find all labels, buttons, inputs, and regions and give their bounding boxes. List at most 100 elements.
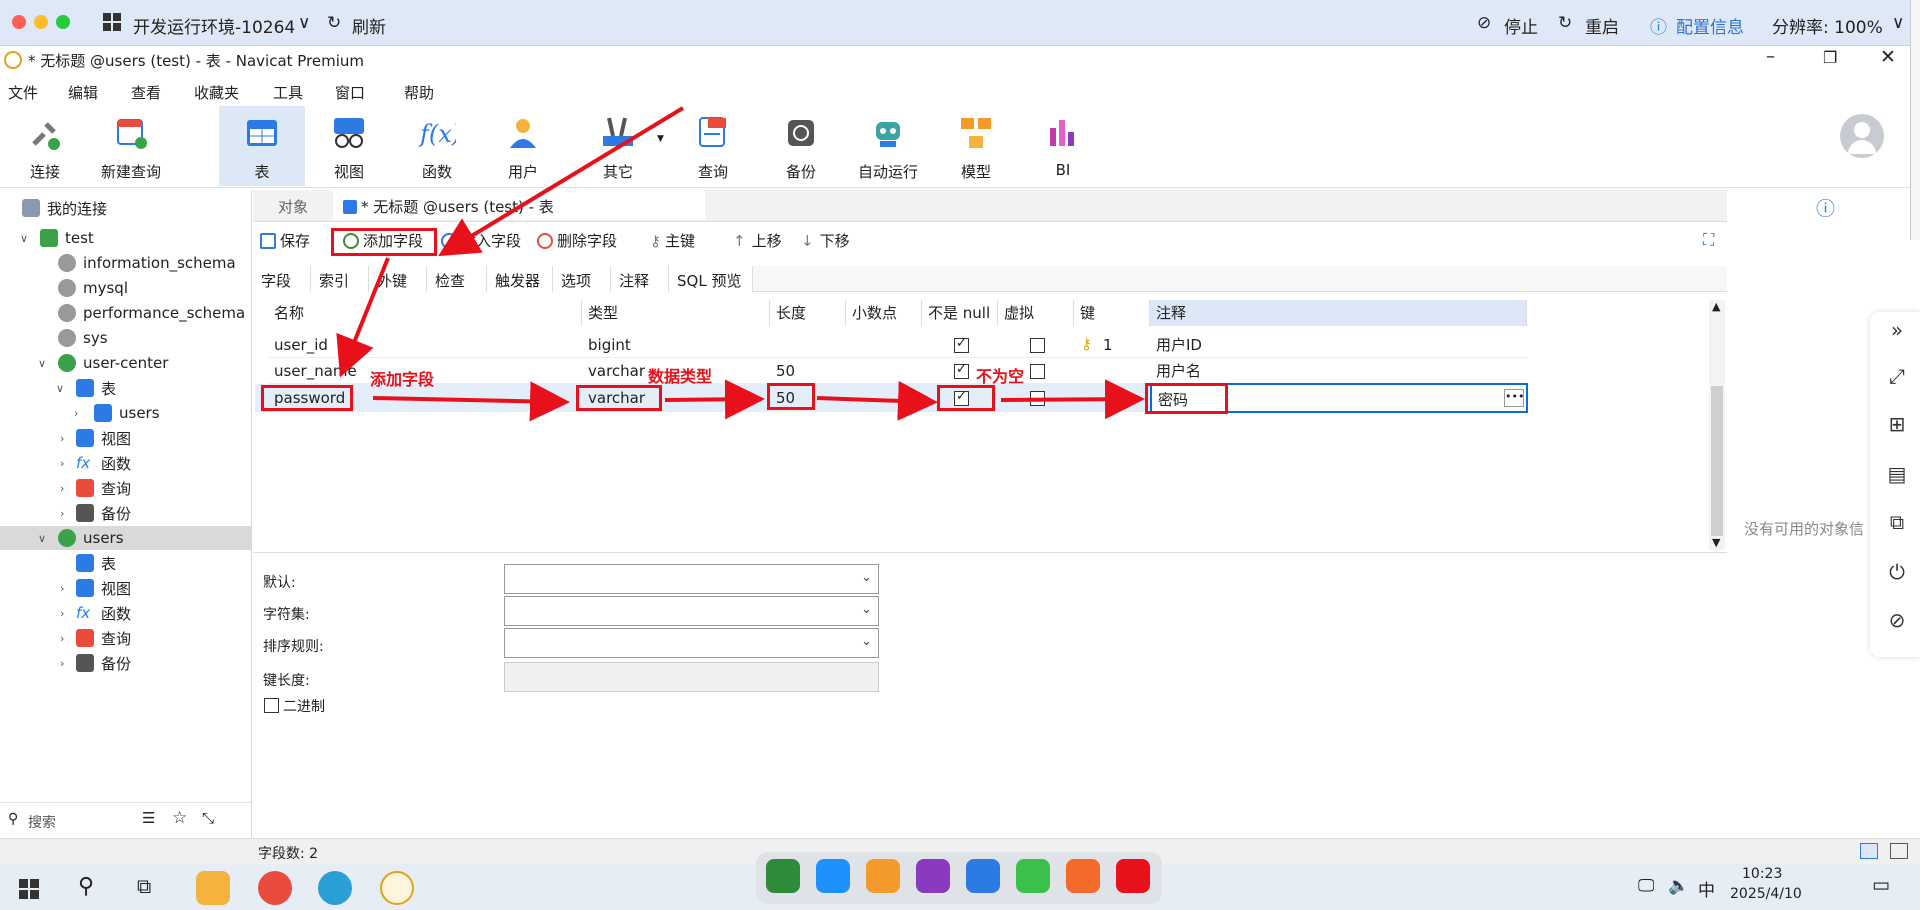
column-header-name[interactable]: 名称 <box>268 300 582 326</box>
resolution-selector[interactable]: 分辨率: 100% <box>1772 13 1883 38</box>
menu-favorites[interactable]: 收藏夹 <box>194 82 239 103</box>
subtab-sql-preview[interactable]: SQL 预览 <box>669 266 753 292</box>
expand-panel-icon[interactable]: » <box>1882 318 1912 348</box>
query-button[interactable]: 查询 <box>670 106 756 186</box>
tree-item-users-table[interactable]: › users <box>74 401 160 425</box>
tree-item-tables-2[interactable]: 表 <box>76 551 116 575</box>
star-icon[interactable]: ☆ <box>172 808 187 828</box>
chevron-right-icon[interactable]: › <box>60 582 64 595</box>
notification-icon[interactable]: ▭ <box>1872 874 1890 896</box>
fullscreen-icon[interactable]: ⤢ <box>1882 364 1912 394</box>
table-row[interactable] <box>268 358 1528 384</box>
model-button[interactable]: 模型 <box>933 106 1019 186</box>
function-button[interactable]: f(x) 函数 <box>394 106 480 186</box>
chevron-right-icon[interactable]: › <box>60 482 64 495</box>
dock-desktop-icon[interactable] <box>816 859 850 893</box>
insert-field-button[interactable]: 插入字段 <box>441 230 521 251</box>
field-type-cell[interactable]: bigint <box>582 332 631 358</box>
clock-time[interactable]: 10:23 <box>1742 866 1782 882</box>
file-explorer-icon[interactable] <box>196 871 230 905</box>
info-icon[interactable]: ⓘ <box>1816 194 1835 221</box>
volume-icon[interactable]: 🔈 <box>1668 876 1689 896</box>
chevron-down-icon[interactable]: ∨ <box>38 357 46 370</box>
stop-button[interactable]: 停止 <box>1504 13 1538 38</box>
connect-button[interactable]: 连接 <box>2 106 88 186</box>
collation-select[interactable]: ⌄ <box>504 628 879 658</box>
subtab-indexes[interactable]: 索引 <box>311 266 369 292</box>
dock-settings-icon[interactable] <box>1066 859 1100 893</box>
virtual-checkbox[interactable] <box>1030 364 1045 379</box>
tree-item-backups-2[interactable]: › 备份 <box>56 651 131 675</box>
clock-date[interactable]: 2025/4/10 <box>1730 886 1802 902</box>
menu-view[interactable]: 查看 <box>131 82 161 103</box>
subtab-options[interactable]: 选项 <box>553 266 611 292</box>
dock-storage-icon[interactable] <box>866 859 900 893</box>
subtab-fields[interactable]: 字段 <box>253 266 311 292</box>
other-button[interactable]: 其它 ▼ <box>575 106 664 186</box>
default-select[interactable]: ⌄ <box>504 564 879 594</box>
power-icon[interactable]: ⏻ <box>1882 560 1912 590</box>
network-icon[interactable]: 🖵 <box>1638 876 1654 896</box>
not-null-checkbox[interactable] <box>954 336 969 353</box>
tree-item-functions-2[interactable]: › fx 函数 <box>56 601 131 625</box>
scroll-up-icon[interactable]: ▲ <box>1712 300 1720 313</box>
layout-toggle-right-icon[interactable] <box>1890 843 1908 859</box>
chevron-right-icon[interactable]: › <box>60 432 64 445</box>
tree-item-sys[interactable]: sys <box>58 326 108 350</box>
column-header-decimal[interactable]: 小数点 <box>846 300 922 326</box>
tree-item-queries-2[interactable]: › 查询 <box>56 626 131 650</box>
chevron-right-icon[interactable]: › <box>60 607 64 620</box>
chevron-down-icon[interactable]: ∨ <box>298 13 310 33</box>
tree-item-information-schema[interactable]: information_schema <box>58 251 236 275</box>
menu-tools[interactable]: 工具 <box>273 82 303 103</box>
field-name-cell[interactable]: user_name <box>268 358 357 384</box>
minimize-dot-icon[interactable] <box>34 15 48 29</box>
chevron-right-icon[interactable]: › <box>60 507 64 520</box>
close-icon[interactable]: ✕ <box>1880 46 1896 68</box>
copy-icon[interactable]: ⧉ <box>1882 510 1912 540</box>
tree-item-views[interactable]: › 视图 <box>56 426 131 450</box>
field-name-cell[interactable]: user_id <box>268 332 328 358</box>
dropdown-arrow-icon[interactable]: ▼ <box>657 134 664 144</box>
chevron-right-icon[interactable]: › <box>60 457 64 470</box>
grid-scrollbar[interactable]: ▲ ▼ <box>1709 300 1725 550</box>
restart-button[interactable]: 重启 <box>1585 13 1619 38</box>
subtab-checks[interactable]: 检查 <box>427 266 487 292</box>
maximize-dot-icon[interactable] <box>56 15 70 29</box>
task-view-icon[interactable]: ⧉ <box>137 874 151 898</box>
subtab-foreign-keys[interactable]: 外键 <box>369 266 427 292</box>
move-up-button[interactable]: ↑ 上移 <box>733 230 782 251</box>
dock-chat-icon[interactable] <box>1016 859 1050 893</box>
column-header-comment[interactable]: 注释 <box>1150 300 1527 326</box>
env-title[interactable]: 开发运行环境-10264 <box>133 13 295 38</box>
tree-item-performance-schema[interactable]: performance_schema <box>58 301 245 325</box>
chrome-icon[interactable] <box>258 871 292 905</box>
tab-objects[interactable]: 对象 <box>268 190 318 220</box>
tree-item-mysql[interactable]: mysql <box>58 276 128 300</box>
chevron-right-icon[interactable]: › <box>60 657 64 670</box>
split-view-icon[interactable]: ⊞ <box>1882 412 1912 442</box>
menu-edit[interactable]: 编辑 <box>68 82 98 103</box>
save-button[interactable]: 保存 <box>260 230 310 251</box>
fullscreen-icon[interactable]: ⛶ <box>1703 230 1714 250</box>
dock-book-icon[interactable] <box>916 859 950 893</box>
tree-item-backups[interactable]: › 备份 <box>56 501 131 525</box>
not-null-checkbox[interactable] <box>954 362 969 379</box>
collapse-icon[interactable]: ⤡ <box>202 809 214 827</box>
view-button[interactable]: 视图 <box>306 106 392 186</box>
field-length-cell[interactable]: 50 <box>770 358 795 384</box>
search-icon[interactable]: ⚲ <box>78 874 94 899</box>
dock-ai-icon[interactable] <box>966 859 1000 893</box>
restore-icon[interactable]: ❐ <box>1823 48 1837 67</box>
navicat-taskbar-icon[interactable] <box>380 871 414 905</box>
close-dot-icon[interactable] <box>12 15 26 29</box>
chevron-down-icon[interactable]: ∨ <box>56 382 64 395</box>
hide-icon[interactable]: ⊘ <box>1882 608 1912 638</box>
column-header-length[interactable]: 长度 <box>770 300 846 326</box>
field-type-cell[interactable]: varchar <box>582 358 645 384</box>
tree-item-views-2[interactable]: › 视图 <box>56 576 131 600</box>
backup-button[interactable]: 备份 <box>758 106 844 186</box>
binary-checkbox[interactable] <box>264 698 279 713</box>
chevron-down-icon[interactable]: ∨ <box>1892 13 1904 33</box>
tree-item-queries[interactable]: › 查询 <box>56 476 131 500</box>
